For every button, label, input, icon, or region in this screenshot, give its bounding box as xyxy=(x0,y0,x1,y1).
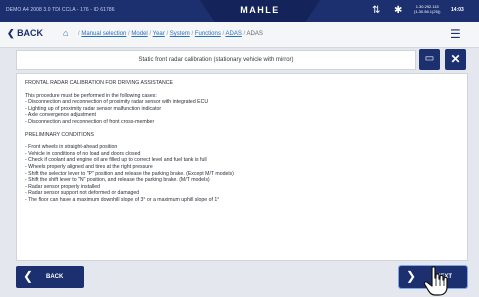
breadcrumb-separator: / xyxy=(191,31,194,37)
list-item: - Check if coolant and engine oil are fi… xyxy=(25,157,207,164)
video-button[interactable]: ▭ xyxy=(419,49,440,70)
list-item: - Shift the selector lever to "P" positi… xyxy=(25,170,234,177)
breadcrumb-separator: / xyxy=(149,31,152,37)
bluetooth-icon: ✱ xyxy=(394,5,403,16)
list-item: - Lighting up of proximity radar sensor … xyxy=(25,105,162,112)
list-item: - Disconnection and reconnection of fron… xyxy=(25,118,155,125)
status-bar: DEMO A4 2008 3.0 TDI CCLA - 176 - ID 617… xyxy=(0,0,479,22)
list-item: - Radar sensor properly installed xyxy=(25,183,100,190)
breadcrumb: / Manual selection / Model / Year / Syst… xyxy=(78,31,263,37)
network-icon: ⇅ xyxy=(372,5,381,16)
conditions-heading: PRELIMINARY CONDITIONS xyxy=(25,131,94,138)
vehicle-info: DEMO A4 2008 3.0 TDI CCLA - 176 - ID 617… xyxy=(6,7,115,13)
breadcrumb-separator: / xyxy=(243,31,246,37)
video-camera-icon: ▭ xyxy=(424,53,435,64)
close-button[interactable]: ✕ xyxy=(445,49,466,70)
breadcrumb-separator: / xyxy=(78,31,80,37)
app-frame: DEMO A4 2008 3.0 TDI CCLA - 176 - ID 617… xyxy=(0,0,479,297)
breadcrumb-separator: / xyxy=(128,31,130,37)
nav-back-label: BACK xyxy=(17,28,44,38)
breadcrumb-year[interactable]: Year xyxy=(153,31,165,37)
hand-cursor-icon xyxy=(423,266,448,296)
list-item: - Vehicle in conditions of no load and d… xyxy=(25,150,141,157)
clock: 14:03 xyxy=(451,7,464,13)
chevron-right-icon: ❯ xyxy=(406,269,417,283)
breadcrumb-separator: / xyxy=(222,31,225,37)
breadcrumb-system[interactable]: System xyxy=(170,31,190,37)
breadcrumb-separator: / xyxy=(166,31,169,37)
list-item: - Front wheels in straight-ahead positio… xyxy=(25,144,118,151)
breadcrumb-bar: ❮ BACK ⌂ / Manual selection / Model / Ye… xyxy=(0,22,479,48)
breadcrumb-functions[interactable]: Functions xyxy=(195,31,221,37)
hamburger-menu-icon[interactable]: ☰ xyxy=(450,27,461,41)
chevron-left-icon: ❮ xyxy=(23,269,34,283)
software-version: 1.30.292.115 (1.30.56.1(25)) xyxy=(414,4,440,14)
footer-bar: ❮ BACK ❯ NEXT xyxy=(0,262,479,297)
instructions-panel: FRONTAL RADAR CALIBRATION FOR DRIVING AS… xyxy=(16,73,468,261)
instructions-text: FRONTAL RADAR CALIBRATION FOR DRIVING AS… xyxy=(17,74,467,204)
breadcrumb-adas[interactable]: ADAS xyxy=(226,31,242,37)
list-item: - Shift the shift lever to "N" position,… xyxy=(25,177,210,184)
list-item: - Axle convergence adjustment xyxy=(25,112,96,119)
breadcrumb-current: ADAS xyxy=(246,31,263,37)
list-item: - Wheels properly aligned and tires at t… xyxy=(25,163,153,170)
intro-text: This procedure must be performed in the … xyxy=(25,92,157,99)
logo-tab: MAHLE xyxy=(200,0,320,22)
list-item: - The floor can have a maximum downhill … xyxy=(25,196,220,203)
home-icon[interactable]: ⌂ xyxy=(63,28,68,38)
procedure-title-bar: Static front radar calibration (stationa… xyxy=(16,50,416,70)
back-button-label: BACK xyxy=(46,274,64,280)
version-line-2: (1.30.56.1(25)) xyxy=(414,9,441,14)
mahle-logo: MAHLE xyxy=(240,5,280,15)
nav-back-button[interactable]: ❮ BACK xyxy=(7,28,43,39)
close-icon: ✕ xyxy=(450,52,461,66)
chevron-left-icon: ❮ xyxy=(7,28,15,38)
breadcrumb-manual-selection[interactable]: Manual selection xyxy=(81,31,126,37)
page-title: Static front radar calibration (stationa… xyxy=(138,57,294,63)
breadcrumb-model[interactable]: Model xyxy=(131,31,147,37)
list-item: - Disconnection and reconnection of prox… xyxy=(25,99,209,106)
back-button[interactable]: ❮ BACK xyxy=(16,266,84,288)
list-item: - Radar sensor support not deformed or d… xyxy=(25,190,140,197)
section-heading: FRONTAL RADAR CALIBRATION FOR DRIVING AS… xyxy=(25,80,173,86)
